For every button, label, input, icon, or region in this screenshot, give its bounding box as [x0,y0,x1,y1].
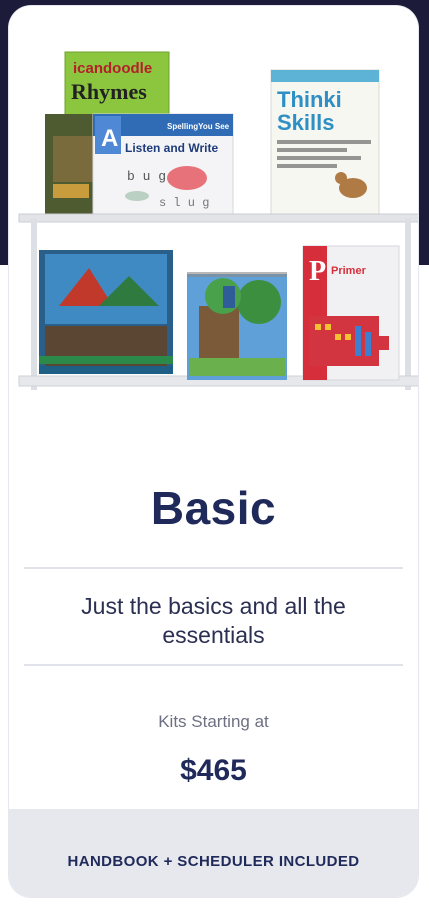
book-primer: P Primer [302,245,400,381]
included-note: HANDBOOK + SCHEDULER INCLUDED [67,853,360,870]
divider-bottom [24,664,403,666]
plan-title: Basic [150,482,277,534]
plan-description: Just the basics and all the essentials [81,593,346,648]
listen-title: Listen and Write [125,141,218,155]
doodle-title-line1: icandoodle [73,60,152,77]
book-doodle-rhymes: icandoodle Rhymes [64,51,170,123]
listen-badge: A [101,125,118,152]
primer-title: Primer [331,265,367,277]
thinking-title-1: Thinki [277,87,342,112]
kit-shelf-illustration: icandoodle Rhymes SpellingYou See A List… [9,6,418,391]
svg-text:s l u g: s l u g [159,196,209,210]
kits-starting-label: Kits Starting at [158,712,269,731]
thinking-title-2: Skills [277,110,334,135]
book-adventure [39,250,173,374]
included-banner: HANDBOOK + SCHEDULER INCLUDED [9,809,418,897]
svg-text:b u g: b u g [127,169,166,184]
kit-product-image: icandoodle Rhymes SpellingYou See A List… [9,6,418,391]
book-listen-and-write: SpellingYou See A Listen and Write b u g… [92,113,234,219]
plan-price: $465 [180,754,247,787]
svg-text:P: P [309,256,326,287]
doodle-title-line2: Rhymes [71,79,147,104]
listen-brand: SpellingYou See [167,122,230,131]
product-card-basic[interactable]: icandoodle Rhymes SpellingYou See A List… [9,6,418,897]
book-treehouse [187,272,287,380]
book-thinking-skills: Thinki Skills [270,69,380,217]
divider-top [24,567,403,569]
